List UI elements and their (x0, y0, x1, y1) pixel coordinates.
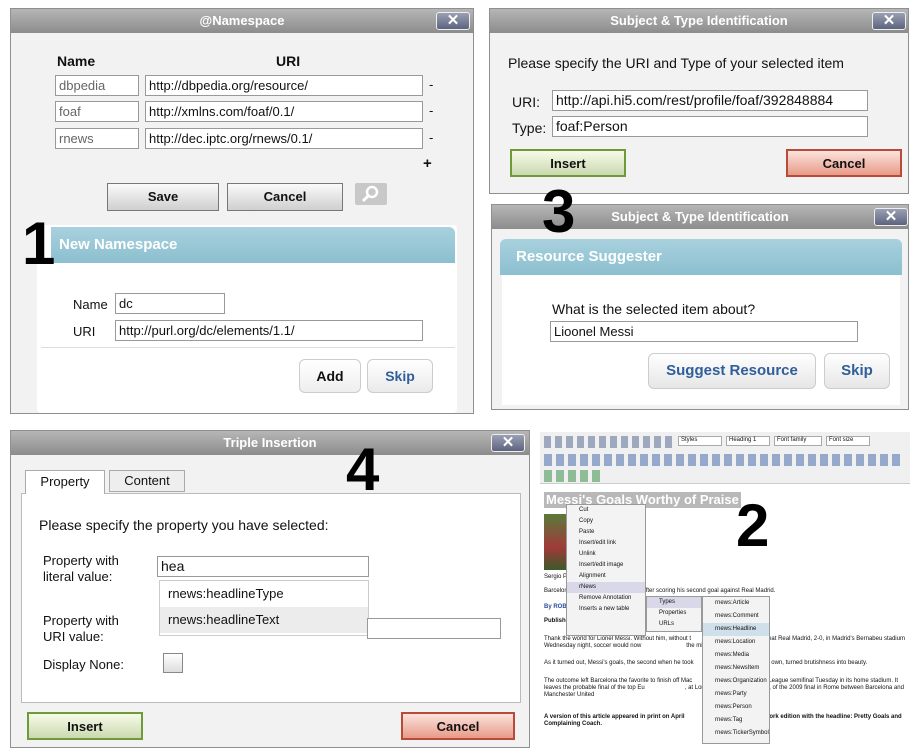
step-number-3: 3 (542, 178, 576, 245)
add-button[interactable]: Add (299, 359, 361, 393)
separator (41, 347, 455, 348)
autocomplete-list: rnews:headlineType rnews:headlineText (159, 580, 369, 636)
prefix-input-dbpedia[interactable]: dbpedia (55, 75, 139, 96)
subject-type-title: Subject & Type Identification (490, 9, 908, 33)
close-icon[interactable]: ✕ (874, 208, 908, 226)
font-size-select[interactable]: Font size (826, 436, 870, 446)
menu-item-cut[interactable]: Cut (567, 505, 645, 516)
insert-button[interactable]: Insert (27, 712, 143, 740)
toolbar-icons-row1[interactable] (544, 436, 674, 448)
heading-select[interactable]: Heading 1 (726, 436, 770, 446)
subject-type-dialog: Subject & Type Identification ✕ Please s… (489, 8, 909, 194)
type-label: Type: (512, 120, 547, 136)
name-input[interactable]: dc (115, 293, 225, 314)
subject-uri-input[interactable]: http://api.hi5.com/rest/profile/foaf/392… (552, 90, 868, 111)
type-item[interactable]: rnews:Comment (703, 610, 769, 623)
skip-button[interactable]: Skip (367, 359, 433, 393)
suggest-resource-button[interactable]: Suggest Resource (648, 353, 816, 389)
type-item[interactable]: rnews:Party (703, 688, 769, 701)
new-namespace-title: New Namespace (51, 227, 455, 263)
menu-item-insert-table[interactable]: Inserts a new table (567, 604, 645, 615)
step-number-4: 4 (346, 436, 380, 503)
type-item-selected[interactable]: rnews:Headline (703, 623, 769, 636)
remove-row-button[interactable]: - (429, 77, 433, 92)
close-icon[interactable]: ✕ (491, 434, 525, 452)
tab-property[interactable]: Property (25, 470, 105, 494)
name-label: Name (73, 297, 108, 312)
type-item[interactable]: rnews:Organization (703, 675, 769, 688)
toolbar-icons-row2[interactable] (544, 454, 904, 466)
namespace-dialog: @Namespace ✕ Name URI dbpedia http://dbp… (10, 8, 474, 414)
menu-item-alignment[interactable]: Alignment (567, 571, 645, 582)
suggester-input[interactable]: Lioonel Messi (550, 321, 858, 342)
uri-input-dbpedia[interactable]: http://dbpedia.org/resource/ (145, 75, 423, 96)
autocomplete-item[interactable]: rnews:headlineType (160, 581, 368, 607)
submenu-types[interactable]: Types (647, 597, 701, 608)
menu-item-paste[interactable]: Paste (567, 527, 645, 538)
prefix-input-foaf[interactable]: foaf (55, 101, 139, 122)
menu-item-remove-annotation[interactable]: Remove Annotation (567, 593, 645, 604)
prefix-input-rnews[interactable]: rnews (55, 128, 139, 149)
save-button[interactable]: Save (107, 183, 219, 211)
type-item[interactable]: rnews:TickerSymbol (703, 727, 769, 740)
autocomplete-item-selected[interactable]: rnews:headlineText (160, 607, 368, 633)
type-item[interactable]: rnews:Media (703, 649, 769, 662)
step-number-2: 2 (736, 492, 770, 559)
search-icon[interactable] (355, 183, 387, 205)
cancel-button[interactable]: Cancel (227, 183, 343, 211)
display-none-label: Display None: (43, 657, 124, 672)
menu-item-insert-image[interactable]: Insert/edit image (567, 560, 645, 571)
tab-content[interactable]: Content (109, 470, 185, 492)
uri-label: URI: (512, 94, 540, 110)
subject-prompt: Please specify the URI and Type of your … (508, 55, 844, 71)
submenu-urls[interactable]: URLs (647, 619, 701, 630)
toolbar-icons-row3[interactable] (544, 470, 604, 482)
column-header-uri: URI (276, 53, 301, 69)
type-item[interactable]: rnews:Article (703, 597, 769, 610)
cancel-button[interactable]: Cancel (401, 712, 515, 740)
menu-item-copy[interactable]: Copy (567, 516, 645, 527)
menu-item-insert-link[interactable]: Insert/edit link (567, 538, 645, 549)
font-family-select[interactable]: Font family (774, 436, 822, 446)
insert-button[interactable]: Insert (510, 149, 626, 177)
uri-input-foaf[interactable]: http://xmlns.com/foaf/0.1/ (145, 101, 423, 122)
skip-button[interactable]: Skip (824, 353, 890, 389)
type-item[interactable]: rnews:Person (703, 701, 769, 714)
column-header-name: Name (57, 53, 96, 69)
literal-property-input[interactable]: hea (157, 556, 369, 577)
styles-select[interactable]: Styles (678, 436, 722, 446)
photo-caption: Sergio P (544, 574, 568, 580)
remove-row-button[interactable]: - (429, 103, 433, 118)
uri-input-rnews[interactable]: http://dec.iptc.org/rnews/0.1/ (145, 128, 423, 149)
display-none-checkbox[interactable] (163, 653, 183, 673)
cancel-button[interactable]: Cancel (786, 149, 902, 177)
suggester-question: What is the selected item about? (552, 301, 756, 317)
rnews-submenu: Types Properties URLs (646, 596, 702, 632)
article-photo (544, 514, 568, 570)
close-icon[interactable]: ✕ (872, 12, 906, 30)
uri-label: URI (73, 324, 96, 339)
editor-panel: Styles Heading 1 Font family Font size M… (540, 432, 910, 750)
submenu-properties[interactable]: Properties (647, 608, 701, 619)
triple-insertion-dialog: Triple Insertion ✕ Property Content Plea… (10, 430, 530, 748)
triple-prompt: Please specify the property you have sel… (39, 517, 329, 533)
step-number-1: 1 (22, 210, 56, 277)
triple-title: Triple Insertion (11, 431, 529, 455)
close-icon[interactable]: ✕ (436, 12, 470, 30)
types-submenu: rnews:Article rnews:Comment rnews:Headli… (702, 596, 770, 744)
subject-type-input[interactable]: foaf:Person (552, 116, 868, 137)
type-item[interactable]: rnews:NewsItem (703, 662, 769, 675)
menu-item-rnews[interactable]: rNews (567, 582, 645, 593)
menu-item-unlink[interactable]: Unlink (567, 549, 645, 560)
add-row-button[interactable]: + (423, 155, 432, 172)
type-item[interactable]: rnews:Location (703, 636, 769, 649)
uri-property-input[interactable] (367, 618, 501, 639)
literal-property-label: Property with literal value: (43, 553, 119, 584)
context-menu: Cut Copy Paste Insert/edit link Unlink I… (566, 504, 646, 636)
namespace-title: @Namespace (11, 9, 473, 33)
remove-row-button[interactable]: - (429, 130, 433, 145)
type-item[interactable]: rnews:Tag (703, 714, 769, 727)
uri-property-label: Property with URI value: (43, 613, 119, 644)
uri-input[interactable]: http://purl.org/dc/elements/1.1/ (115, 320, 423, 341)
